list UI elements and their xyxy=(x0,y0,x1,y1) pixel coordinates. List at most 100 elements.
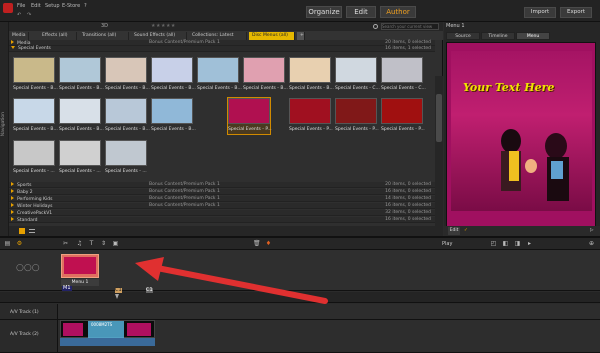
play-icon[interactable]: ▷ xyxy=(590,227,593,235)
zoom-icon[interactable]: ⊕ xyxy=(588,240,595,247)
menu-file[interactable]: File xyxy=(17,3,25,9)
menu-preview-screen[interactable]: Your Text Here xyxy=(446,42,596,227)
view-3d-toggle[interactable]: 3D xyxy=(101,24,108,29)
list-item[interactable]: Special Events - B... xyxy=(289,57,334,93)
help-icon[interactable]: ? xyxy=(84,3,87,9)
organize-button[interactable]: Organize xyxy=(306,6,342,18)
library-tabs: Media Effects (all) Transitions (all) So… xyxy=(9,31,443,46)
marker-icon[interactable]: ♦ xyxy=(265,240,272,247)
tab-sound-effects[interactable]: Sound Effects (all) xyxy=(131,32,187,40)
trash-icon[interactable]: 🗑 xyxy=(253,240,261,247)
search-input[interactable] xyxy=(381,23,439,30)
disc-menu-thumbnails: Special Events - B... Special Events - B… xyxy=(9,54,435,181)
disc-icon: ○○○ xyxy=(16,263,40,273)
top-bar: File Edit Setup E-Store ? ↶ ↷ Organize E… xyxy=(0,0,600,22)
timeline-toolbar: ▤ ⚙ ✂ ♫ T ⇕ ▣ 🗑 ♦ Play ◰ ◧ ◨ ▸ ⊕ xyxy=(0,238,600,250)
menu-title-text[interactable]: Your Text Here xyxy=(463,81,554,94)
list-item[interactable]: Special Events - B... xyxy=(151,57,196,93)
list-item[interactable]: Special Events - B... xyxy=(197,57,242,93)
tab-transitions[interactable]: Transitions (all) xyxy=(79,32,129,40)
export-button[interactable]: Export xyxy=(560,7,592,18)
tab-media[interactable]: Media xyxy=(9,32,29,40)
edit-menu-button[interactable]: Edit xyxy=(448,227,460,235)
play-label[interactable]: Play xyxy=(442,242,452,247)
preview-panel: Menu 1 Source Timeline Menu Your Text He… xyxy=(444,22,600,236)
menu-1-thumbnail[interactable] xyxy=(61,254,99,278)
preview-controls: Edit ✓ ▷ xyxy=(444,226,600,236)
library-scrollbar[interactable] xyxy=(435,76,443,226)
list-item[interactable]: Special Events - P... xyxy=(381,98,425,134)
list-item[interactable]: Special Events - B... xyxy=(59,57,104,93)
track-row: A/V Track (1) xyxy=(0,304,600,320)
list-item-selected[interactable]: Special Events - P... xyxy=(227,97,272,135)
menu-link-icon[interactable]: ◰ xyxy=(490,240,497,247)
tab-collections[interactable]: Collections: Latest Import xyxy=(189,32,247,46)
list-item[interactable]: Special Events - B... xyxy=(13,57,58,93)
annotation-arrow xyxy=(135,257,328,304)
menu-estore[interactable]: E-Store xyxy=(62,3,80,9)
rating-filter-stars[interactable]: ★★★★★ xyxy=(151,24,176,29)
list-item[interactable]: Special Events - P... xyxy=(289,98,333,134)
list-item[interactable]: Special Events - B... xyxy=(59,98,104,134)
razor-icon[interactable]: ✂ xyxy=(62,240,69,247)
title-icon[interactable]: T xyxy=(88,240,95,247)
list-item[interactable]: Special Events - ... xyxy=(59,140,101,176)
next-icon[interactable]: ▸ xyxy=(526,240,533,247)
trim-icon[interactable]: ⇕ xyxy=(100,240,107,247)
group-row-baby-2[interactable]: Baby 2 Bonus Content/Premium Pack 1 16 it… xyxy=(9,189,435,195)
settings-icon[interactable]: ⚙ xyxy=(16,240,23,247)
tab-source[interactable]: Source xyxy=(446,32,480,40)
group-row-special-events[interactable]: Special Events 16 items, 1 selected xyxy=(9,46,435,52)
audio-icon[interactable]: ♫ xyxy=(76,240,83,247)
group-row-winter-holidays[interactable]: Winter Holidays Bonus Content/Premium Pa… xyxy=(9,203,435,209)
list-item[interactable]: Special Events - B... xyxy=(243,57,288,93)
library-panel: Navigation 3D ★★★★★ Media Effects (all) … xyxy=(0,22,443,236)
tab-disc-menus[interactable]: Disc Menus (all) xyxy=(249,32,295,40)
group-row-performing-kids[interactable]: Performing Kids Bonus Content/Premium Pa… xyxy=(9,196,435,202)
chapter-marker-1[interactable]: C1 xyxy=(115,288,122,293)
list-item[interactable]: Special Events - B... xyxy=(13,98,58,134)
menu-edit[interactable]: Edit xyxy=(31,3,41,9)
video-clip[interactable]: 0008M2TS xyxy=(60,320,155,339)
checkmark-icon[interactable]: ✓ xyxy=(464,227,468,235)
playhead-icon[interactable] xyxy=(115,294,119,299)
author-button[interactable]: Author xyxy=(380,6,416,18)
list-item[interactable]: Special Events - ... xyxy=(105,140,147,176)
group-row-standard[interactable]: Standard 16 items, 0 selected xyxy=(9,217,435,223)
storyboard-icon[interactable]: ▤ xyxy=(4,240,11,247)
clip-label: 0008M2TS xyxy=(91,322,113,327)
chapter-icon[interactable]: ◨ xyxy=(514,240,521,247)
menu-background: Your Text Here xyxy=(451,51,592,211)
group-row-sports[interactable]: Sports Bonus Content/Premium Pack 1 20 it… xyxy=(9,182,435,188)
list-item[interactable]: Special Events - P... xyxy=(335,98,379,134)
list-item[interactable]: Special Events - ... xyxy=(13,140,55,176)
list-item[interactable]: Special Events - B... xyxy=(151,98,196,134)
menu-setup[interactable]: Setup xyxy=(45,3,60,9)
list-item[interactable]: Special Events - B... xyxy=(105,57,150,93)
group-row-creativepack[interactable]: CreativePackV1 32 items, 0 selected xyxy=(9,210,435,216)
marker-m1: M1 xyxy=(62,285,72,291)
navigation-label: Navigation xyxy=(1,112,6,137)
list-item[interactable]: Special Events - B... xyxy=(105,98,150,134)
preview-title: Menu 1 xyxy=(446,23,465,29)
tab-timeline[interactable]: Timeline xyxy=(481,32,515,40)
undo-icon[interactable]: ↶ xyxy=(17,13,21,18)
list-item[interactable]: Special Events - C... xyxy=(381,57,426,93)
list-view-icon[interactable] xyxy=(29,229,35,233)
audio-waveform[interactable] xyxy=(60,338,155,346)
button-icon[interactable]: ◧ xyxy=(502,240,509,247)
list-item[interactable]: Special Events - C... xyxy=(335,57,380,93)
add-tab-button[interactable]: + xyxy=(297,32,305,40)
tab-menu[interactable]: Menu xyxy=(516,32,550,40)
grid-view-icon[interactable] xyxy=(19,228,25,234)
tab-effects[interactable]: Effects (all) xyxy=(39,32,77,40)
edit-mode-button[interactable]: Edit xyxy=(346,6,376,18)
redo-icon[interactable]: ↷ xyxy=(27,13,31,18)
navigation-tab[interactable]: Navigation xyxy=(0,22,9,236)
import-button[interactable]: Import xyxy=(524,7,556,18)
track-header[interactable]: A/V Track (1) xyxy=(0,304,58,319)
track-header[interactable]: A/V Track (2) xyxy=(0,320,58,352)
party-people-illustration xyxy=(501,129,569,201)
app-window: File Edit Setup E-Store ? ↶ ↷ Organize E… xyxy=(0,0,600,353)
snapshot-icon[interactable]: ▣ xyxy=(112,240,119,247)
